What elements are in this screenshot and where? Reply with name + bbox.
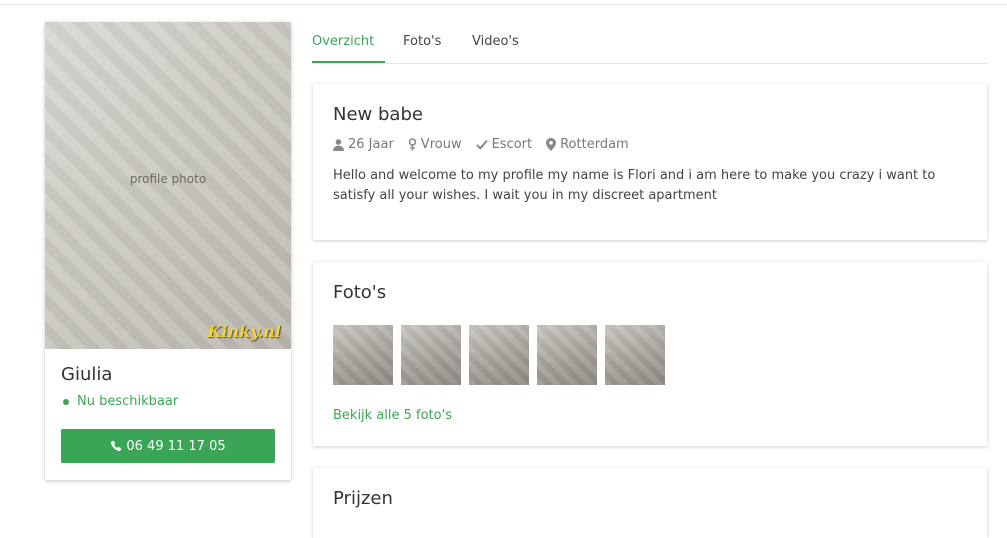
prices-title: Prijzen (333, 488, 393, 509)
meta-gender-label: Vrouw (420, 137, 462, 152)
watermark-logo: Kinky.nl (207, 322, 281, 341)
phone-icon (111, 440, 122, 452)
meta-category: Escort (475, 137, 533, 152)
photo-thumbnail[interactable] (469, 325, 529, 385)
meta-location: Rotterdam (546, 137, 629, 152)
prices-card: Prijzen (313, 468, 987, 538)
availability-label: Nu beschikbaar (77, 394, 179, 409)
tab-videos[interactable]: Video's (472, 22, 519, 63)
profile-tabs: Overzicht Foto's Video's (312, 22, 988, 64)
meta-category-label: Escort (491, 137, 533, 152)
profile-photo-caption: profile photo (129, 172, 207, 186)
photos-title: Foto's (333, 282, 387, 303)
venus-icon (408, 138, 417, 151)
user-icon (333, 138, 344, 151)
profile-photo[interactable]: profile photo Kinky.nl (45, 22, 291, 349)
check-icon (475, 139, 488, 150)
photo-thumbnails (333, 325, 673, 385)
meta-age: 26 Jaar (333, 137, 394, 152)
photo-thumbnail[interactable] (605, 325, 665, 385)
overview-title: New babe (333, 104, 423, 125)
photo-thumbnail[interactable] (333, 325, 393, 385)
meta-gender: Vrouw (408, 137, 462, 152)
profile-card: profile photo Kinky.nl Giulia Nu beschik… (45, 22, 291, 480)
call-button[interactable]: 06 49 11 17 05 (61, 429, 275, 463)
photo-thumbnail[interactable] (401, 325, 461, 385)
photo-thumbnail[interactable] (537, 325, 597, 385)
view-all-photos-link[interactable]: Bekijk alle 5 foto's (333, 408, 452, 423)
phone-number: 06 49 11 17 05 (126, 438, 226, 454)
top-divider (0, 4, 1007, 5)
meta-location-label: Rotterdam (560, 137, 629, 152)
profile-name: Giulia (61, 364, 113, 385)
status-dot-icon (63, 398, 69, 405)
tab-fotos[interactable]: Foto's (403, 22, 441, 63)
overview-card: New babe 26 Jaar Vrouw Escort Rotterdam … (313, 84, 987, 240)
tab-overzicht[interactable]: Overzicht (312, 22, 386, 63)
photos-card: Foto's Bekijk alle 5 foto's (313, 262, 987, 446)
profile-meta: 26 Jaar Vrouw Escort Rotterdam (333, 137, 643, 152)
profile-description: Hello and welcome to my profile my name … (333, 168, 936, 203)
availability-status: Nu beschikbaar (61, 394, 178, 409)
meta-age-label: 26 Jaar (348, 137, 394, 152)
map-marker-icon (546, 138, 557, 151)
